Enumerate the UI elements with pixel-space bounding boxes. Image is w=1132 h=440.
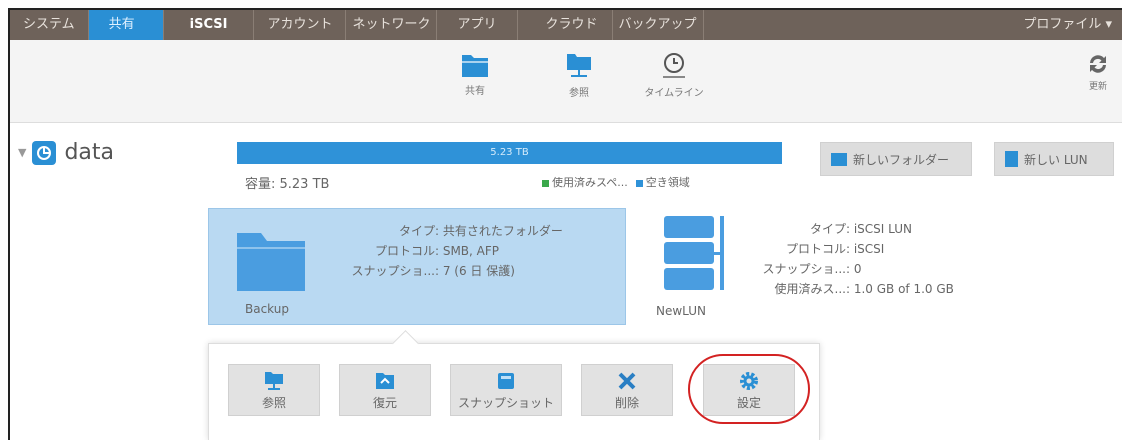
lun-icon bbox=[1005, 151, 1018, 167]
volume-name: data bbox=[64, 140, 115, 165]
legend-free: 空き領域 bbox=[635, 174, 690, 190]
snapshot-action-button[interactable]: スナップショット bbox=[450, 364, 562, 416]
browse-button[interactable]: 参照 bbox=[539, 52, 619, 99]
expand-triangle-icon[interactable]: ▼ bbox=[18, 146, 26, 159]
share-card-backup[interactable]: タイプ: 共有されたフォルダー プロトコル: SMB, AFP スナップショ..… bbox=[208, 208, 626, 325]
lun-name: NewLUN bbox=[656, 304, 707, 318]
gear-icon bbox=[740, 372, 758, 390]
top-nav: システム 共有 iSCSI アカウント ネットワーク アプリ クラウド バックア… bbox=[10, 10, 1122, 40]
settings-action-button[interactable]: 設定 bbox=[703, 364, 795, 416]
shared-folder-icon bbox=[237, 233, 305, 291]
restore-action-button[interactable]: 復元 bbox=[339, 364, 431, 416]
share-name: Backup bbox=[245, 302, 289, 316]
tab-accounts[interactable]: アカウント bbox=[254, 10, 347, 40]
shares-button[interactable]: 共有 bbox=[435, 52, 515, 97]
folder-icon bbox=[462, 55, 488, 77]
lun-info: タイプ: iSCSI LUN プロトコル: iSCSI スナップショ...: 0… bbox=[762, 222, 954, 296]
tab-backup[interactable]: バックアップ bbox=[613, 10, 704, 40]
profile-menu[interactable]: プロファイル ▾ bbox=[1023, 10, 1122, 40]
lun-stack-icon bbox=[664, 216, 724, 290]
delete-action-button[interactable]: 削除 bbox=[581, 364, 673, 416]
folder-icon bbox=[831, 152, 847, 166]
browse-action-button[interactable]: 参照 bbox=[228, 364, 320, 416]
delete-action-label: 削除 bbox=[614, 396, 639, 410]
legend-used: 使用済みスペ... bbox=[542, 174, 628, 190]
refresh-label: 更新 bbox=[1088, 82, 1107, 92]
timeline-button[interactable]: タイムライン bbox=[634, 52, 714, 99]
refresh-icon bbox=[1090, 55, 1106, 73]
tab-network[interactable]: ネットワーク bbox=[346, 10, 438, 40]
network-folder-icon bbox=[567, 54, 591, 77]
capacity-legend: 使用済みスペ... 空き領域 bbox=[542, 174, 690, 190]
snapshot-icon bbox=[498, 373, 514, 389]
new-lun-label: 新しい LUN bbox=[1024, 152, 1088, 167]
shares-label: 共有 bbox=[465, 86, 485, 97]
toolbar: 共有 参照 タイムライン 更新 bbox=[10, 40, 1122, 123]
timeline-label: タイムライン bbox=[644, 88, 704, 99]
delete-x-icon bbox=[618, 372, 636, 390]
tab-shares[interactable]: 共有 bbox=[88, 10, 164, 40]
browse-action-label: 参照 bbox=[261, 396, 286, 410]
refresh-button[interactable]: 更新 bbox=[1086, 52, 1110, 92]
tab-cloud[interactable]: クラウド bbox=[518, 10, 613, 40]
snapshot-action-label: スナップショット bbox=[457, 396, 554, 410]
capacity-label: 容量: 5.23 TB bbox=[245, 177, 330, 192]
clock-icon bbox=[663, 53, 685, 78]
tab-system[interactable]: システム bbox=[10, 10, 89, 40]
network-folder-icon bbox=[265, 372, 283, 390]
lun-card-newlun[interactable]: NewLUN タイプ: iSCSI LUN プロトコル: iSCSI スナップシ… bbox=[656, 212, 954, 318]
new-lun-button[interactable]: 新しい LUN bbox=[994, 142, 1114, 176]
volume-icon bbox=[32, 140, 57, 165]
restore-folder-icon bbox=[376, 373, 394, 389]
settings-action-label: 設定 bbox=[736, 396, 761, 410]
tab-apps[interactable]: アプリ bbox=[437, 10, 518, 40]
restore-action-label: 復元 bbox=[372, 396, 397, 410]
browse-label: 参照 bbox=[569, 88, 589, 99]
new-folder-label: 新しいフォルダー bbox=[853, 152, 950, 167]
tab-iscsi[interactable]: iSCSI bbox=[164, 10, 255, 40]
new-folder-button[interactable]: 新しいフォルダー bbox=[820, 142, 972, 176]
volume-header[interactable]: ▼ data bbox=[18, 140, 114, 165]
capacity-bar: 5.23 TB bbox=[237, 142, 782, 164]
share-info: タイプ: 共有されたフォルダー プロトコル: SMB, AFP スナップショ..… bbox=[351, 224, 563, 278]
